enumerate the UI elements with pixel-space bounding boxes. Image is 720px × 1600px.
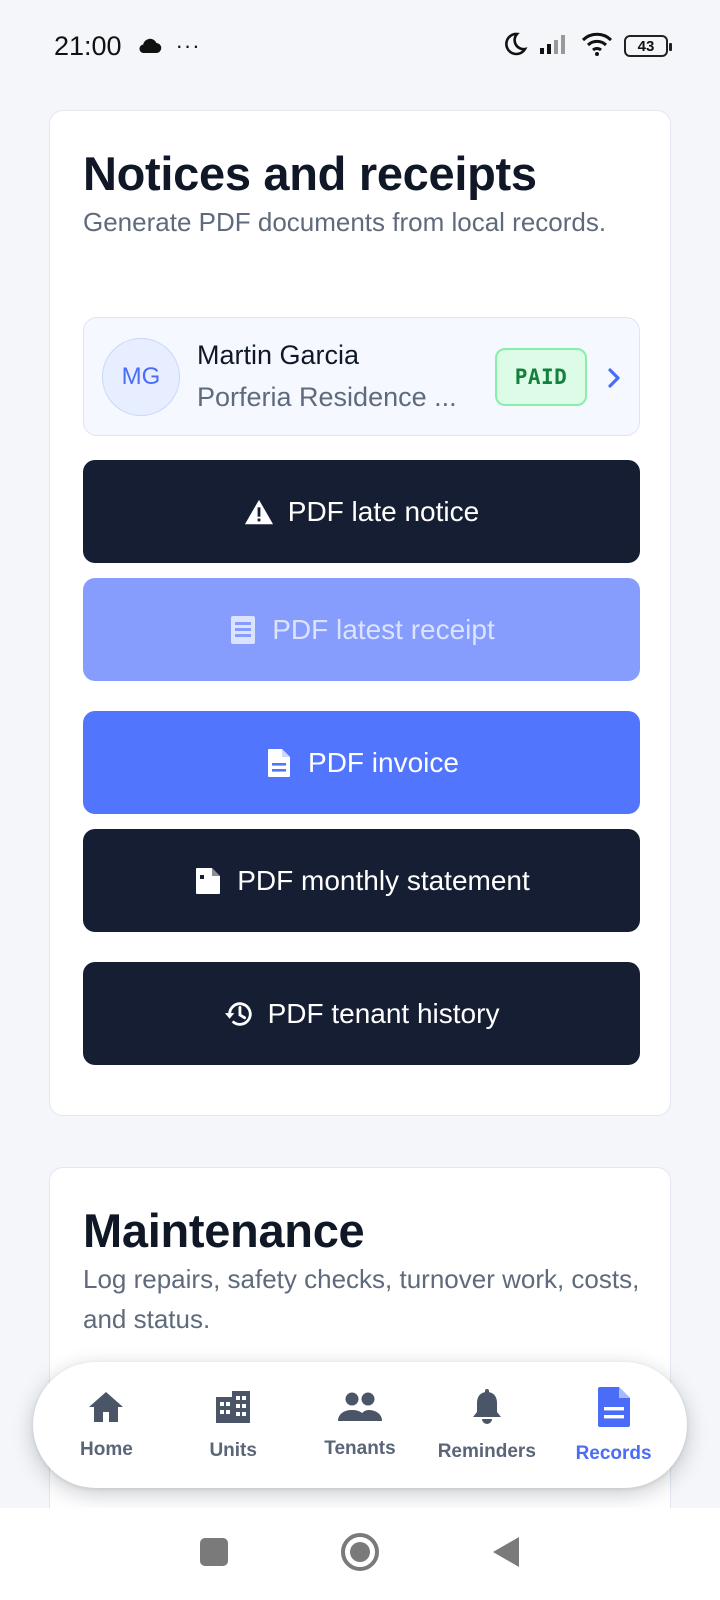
building-icon — [214, 1389, 252, 1430]
people-icon — [337, 1391, 383, 1428]
file-icon — [193, 866, 223, 896]
nav-label: Reminders — [437, 1440, 536, 1462]
pdf-tenant-history-button[interactable]: PDF tenant history — [83, 962, 640, 1065]
nav-label: Home — [80, 1438, 133, 1460]
status-left: 21:00 ··· — [54, 31, 201, 62]
pdf-monthly-statement-button[interactable]: PDF monthly statement — [83, 829, 640, 932]
chevron-right-icon[interactable] — [599, 358, 629, 398]
status-badge: PAID — [495, 348, 587, 406]
status-time: 21:00 — [54, 30, 122, 61]
history-icon — [224, 999, 254, 1029]
tenant-selector[interactable]: MG Martin Garcia Porferia Residence ... … — [83, 317, 640, 436]
maintenance-title: Maintenance — [83, 1204, 365, 1257]
home-circle-icon[interactable] — [339, 1531, 381, 1578]
nav-tenants[interactable]: Tenants — [297, 1375, 424, 1475]
nav-label: Tenants — [324, 1437, 396, 1459]
nav-label: Records — [575, 1442, 652, 1464]
nav-units[interactable]: Units — [170, 1375, 297, 1475]
cloud-icon — [136, 31, 162, 62]
home-icon — [87, 1390, 125, 1429]
wifi-icon — [580, 31, 614, 62]
nav-home[interactable]: Home — [43, 1375, 170, 1475]
more-notifications-icon: ··· — [175, 33, 201, 58]
receipt-icon — [228, 615, 258, 645]
document-icon — [264, 748, 294, 778]
button-label: PDF late notice — [287, 495, 480, 527]
nav-records[interactable]: Records — [550, 1375, 677, 1475]
nav-label: Units — [209, 1439, 257, 1461]
pdf-late-notice-button[interactable]: PDF late notice — [83, 460, 640, 563]
notices-title: Notices and receipts — [83, 147, 537, 200]
battery-icon: 43 — [624, 35, 672, 57]
button-label: PDF tenant history — [267, 997, 500, 1029]
tenant-property: Porferia Residence ... — [197, 382, 457, 412]
back-icon[interactable] — [491, 1535, 521, 1574]
system-nav-bar — [0, 1508, 720, 1600]
bell-icon — [471, 1388, 503, 1431]
moon-icon — [502, 31, 528, 62]
signal-icon — [538, 32, 570, 61]
recents-icon[interactable] — [199, 1537, 229, 1572]
avatar: MG — [102, 338, 180, 416]
button-label: PDF latest receipt — [272, 613, 495, 645]
warning-icon — [244, 497, 274, 527]
nav-reminders[interactable]: Reminders — [423, 1375, 550, 1475]
button-label: PDF invoice — [308, 746, 459, 778]
notices-subtitle: Generate PDF documents from local record… — [83, 207, 607, 237]
status-right: 43 — [502, 31, 672, 62]
pdf-invoice-button[interactable]: PDF invoice — [83, 711, 640, 814]
pdf-latest-receipt-button[interactable]: PDF latest receipt — [83, 578, 640, 681]
maintenance-subtitle: Log repairs, safety checks, turnover wor… — [83, 1264, 640, 1334]
tenant-name: Martin Garcia — [197, 340, 360, 370]
status-bar: 21:00 ··· 43 — [0, 0, 720, 92]
bottom-nav: Home Units Tenants Reminders Records — [33, 1362, 687, 1488]
button-label: PDF monthly statement — [237, 864, 530, 896]
records-icon — [597, 1386, 631, 1433]
notices-card: Notices and receipts Generate PDF docume… — [49, 110, 671, 1116]
